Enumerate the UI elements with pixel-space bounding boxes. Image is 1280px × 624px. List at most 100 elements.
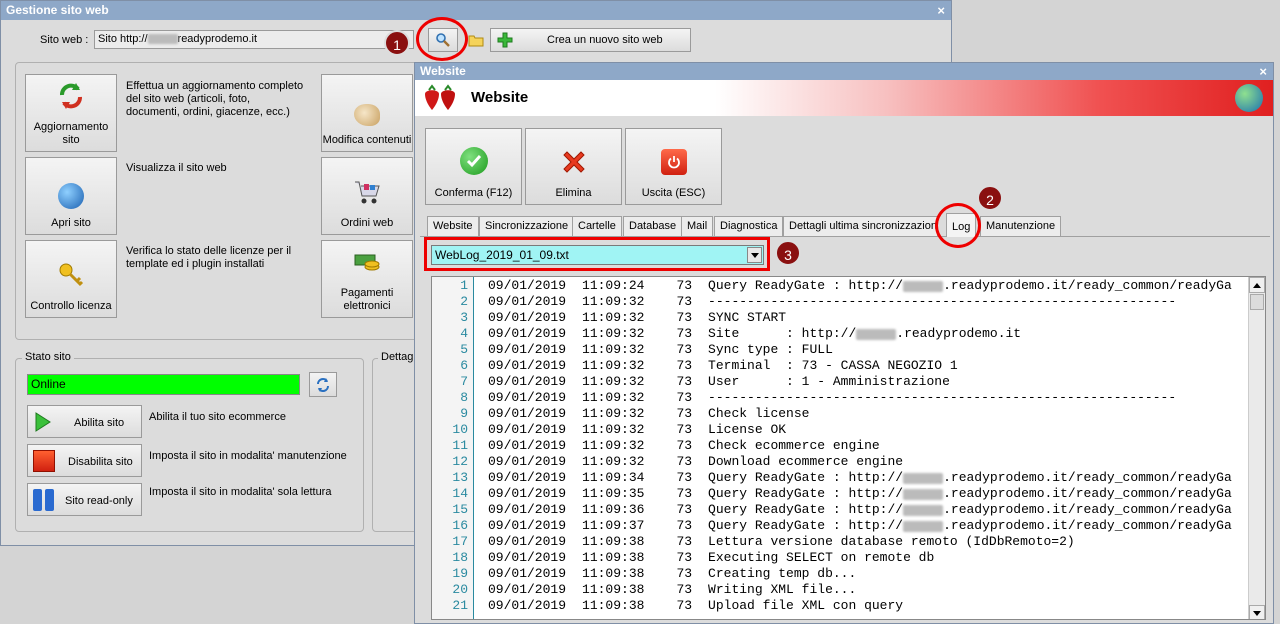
log-line-time: 11:09:35 [582, 486, 645, 501]
log-line-number: 2 [460, 294, 468, 309]
stop-icon [33, 450, 55, 472]
log-line-time: 11:09:38 [582, 566, 645, 581]
log-line-time: 11:09:32 [582, 438, 645, 453]
callout-badge-1: 1 [384, 30, 410, 56]
log-line-message: Terminal : 73 - CASSA NEGOZIO 1 [708, 358, 958, 373]
create-site-button[interactable]: Crea un nuovo sito web [490, 28, 691, 52]
log-line-message: Executing SELECT on remote db [708, 550, 935, 565]
vertical-scrollbar[interactable] [1248, 277, 1265, 619]
web-orders-label: Ordini web [340, 217, 394, 229]
highlight-box-3 [424, 237, 770, 271]
tab-mail[interactable]: Mail [681, 216, 714, 236]
sync-arrows-icon [54, 79, 88, 113]
scroll-thumb[interactable] [1250, 294, 1264, 310]
enable-site-desc: Abilita il tuo sito ecommerce [149, 411, 286, 423]
globe-icon [1235, 84, 1263, 112]
web-orders-button[interactable]: Ordini web [321, 157, 413, 235]
tab-manutenzione[interactable]: Manutenzione [980, 216, 1062, 236]
money-icon [350, 245, 384, 279]
log-line-terminal: 73 [676, 422, 693, 437]
update-site-button[interactable]: Aggiornamento sito [25, 74, 117, 152]
close-icon[interactable]: × [1259, 63, 1267, 80]
tab-database[interactable]: Database [623, 216, 683, 236]
scroll-down-button[interactable] [1249, 605, 1265, 619]
log-line-message: Query ReadyGate : http:// [708, 278, 904, 293]
log-line-terminal: 73 [676, 294, 693, 309]
log-line-message: Upload file XML con query [708, 598, 904, 613]
exit-button[interactable]: Uscita (ESC) [625, 128, 722, 205]
log-line-message-tail: .readyprodemo.it/ready_common/readyGa [943, 502, 1232, 517]
log-line-message-tail: .readyprodemo.it [896, 326, 1022, 341]
open-site-label: Apri sito [51, 217, 91, 229]
log-viewer[interactable]: 1 09/01/2019 11:09:24 73 Query ReadyGate : h… [431, 276, 1266, 620]
log-line-number: 8 [460, 390, 468, 405]
log-line-message: Sync type : FULL [708, 342, 833, 357]
readonly-site-button[interactable]: Sito read-only [27, 483, 142, 516]
readonly-site-desc: Imposta il sito in modalita' sola lettur… [149, 486, 332, 498]
highlight-circle-1 [416, 17, 468, 61]
log-line-terminal: 73 [676, 454, 693, 469]
tab-cartelle[interactable]: Cartelle [572, 216, 622, 236]
log-line-date: 09/01/2019 [488, 486, 567, 501]
log-line-number: 1 [460, 278, 468, 293]
license-check-label: Controllo licenza [30, 300, 112, 312]
log-line-time: 11:09:32 [582, 342, 645, 357]
website-dialog-title-bar: Website × [415, 63, 1273, 80]
close-icon[interactable]: × [937, 1, 945, 20]
log-line-message-tail: .readyprodemo.it/ready_common/readyGa [943, 518, 1232, 533]
log-line-terminal: 73 [676, 374, 693, 389]
callout-badge-2: 2 [977, 185, 1003, 211]
delete-label: Elimina [555, 187, 592, 199]
log-content: 1 09/01/2019 11:09:24 73 Query ReadyGate : h… [432, 278, 1248, 614]
confirm-label: Conferma (F12) [434, 187, 513, 199]
log-line-number: 18 [452, 550, 468, 565]
log-line-terminal: 73 [676, 390, 693, 405]
license-check-button[interactable]: Controllo licenza [25, 240, 117, 318]
log-line-number: 21 [452, 598, 468, 613]
pause-icon [33, 489, 55, 511]
log-line-terminal: 73 [676, 406, 693, 421]
tab-sincronizzazione[interactable]: Sincronizzazione [479, 216, 575, 236]
website-dialog-header: Website [415, 80, 1273, 116]
exit-label: Uscita (ESC) [641, 187, 706, 199]
confirm-button[interactable]: Conferma (F12) [425, 128, 522, 205]
power-icon [660, 149, 687, 175]
log-line-number: 17 [452, 534, 468, 549]
log-line-date: 09/01/2019 [488, 454, 567, 469]
disable-site-button[interactable]: Disabilita sito [27, 444, 142, 477]
log-line-time: 11:09:32 [582, 422, 645, 437]
refresh-status-button[interactable] [309, 372, 337, 397]
e-payments-label: Pagamenti elettronici [340, 287, 394, 312]
site-field[interactable]: Sito http:// readyprodemo.it [94, 30, 414, 49]
log-line: 11 09/01/2019 11:09:32 73 Check ecommerce en… [432, 438, 1248, 454]
scroll-up-button[interactable] [1249, 277, 1265, 293]
enable-site-button[interactable]: Abilita sito [27, 405, 142, 438]
log-line-terminal: 73 [676, 550, 693, 565]
tab-dettagli-ultima-sincronizzazione[interactable]: Dettagli ultima sincronizzazione [783, 216, 938, 236]
folder-button[interactable] [465, 28, 487, 52]
status-value-field: Online [27, 374, 300, 395]
main-window-title-bar: Gestione sito web × [1, 1, 951, 20]
edit-content-button[interactable]: Modifica contenuti [321, 74, 413, 152]
log-line-time: 11:09:38 [582, 534, 645, 549]
website-dialog-header-title: Website [471, 89, 529, 106]
log-line-number: 13 [452, 470, 468, 485]
open-site-button[interactable]: Apri sito [25, 157, 117, 235]
log-line-message: ----------------------------------------… [708, 294, 1177, 309]
log-line-message: Download ecommerce engine [708, 454, 904, 469]
log-line-message: Query ReadyGate : http:// [708, 502, 904, 517]
tab-diagnostica[interactable]: Diagnostica [714, 216, 784, 236]
e-payments-button[interactable]: Pagamenti elettronici [321, 240, 413, 318]
log-line: 12 09/01/2019 11:09:32 73 Download ecommerce… [432, 454, 1248, 470]
log-line-date: 09/01/2019 [488, 470, 567, 485]
log-line-message: Creating temp db... [708, 566, 857, 581]
log-line: 14 09/01/2019 11:09:35 73 Query ReadyGate : … [432, 486, 1248, 502]
delete-button[interactable]: Elimina [525, 128, 622, 205]
log-line-message-tail: .readyprodemo.it/ready_common/readyGa [943, 470, 1232, 485]
log-line-time: 11:09:37 [582, 518, 645, 533]
log-line-message: Query ReadyGate : http:// [708, 470, 904, 485]
log-line-time: 11:09:32 [582, 358, 645, 373]
tab-website[interactable]: Website [427, 216, 479, 236]
update-site-label: Aggiornamento sito [33, 121, 109, 146]
log-line-number: 3 [460, 310, 468, 325]
